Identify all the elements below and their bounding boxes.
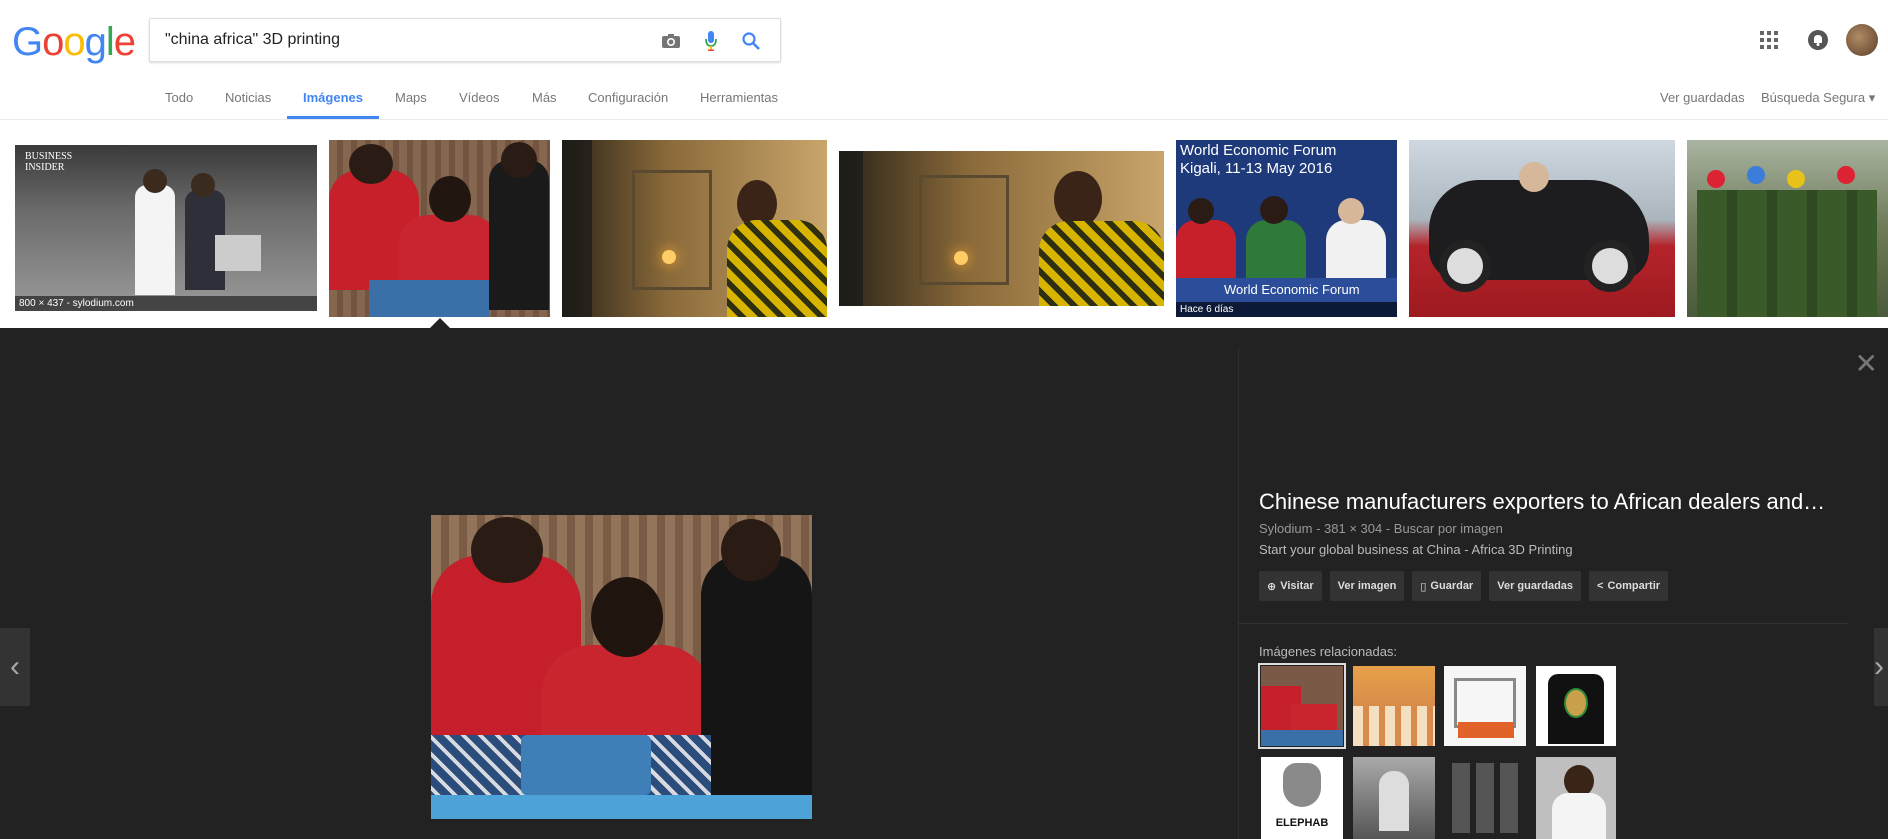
thumb-caption: 800 × 437 - sylodium.com — [15, 296, 317, 311]
image-info: Chinese manufacturers exporters to Afric… — [1259, 489, 1849, 601]
result-thumb[interactable] — [839, 151, 1164, 306]
related-image-thumb[interactable] — [1536, 757, 1616, 839]
search-input[interactable] — [165, 31, 645, 49]
related-image-thumb[interactable] — [1353, 757, 1435, 839]
camera-icon[interactable] — [658, 28, 684, 54]
notifications-icon[interactable] — [1808, 30, 1828, 50]
related-image-thumb[interactable] — [1258, 663, 1346, 749]
elephab-logo-text: ELEPHAB — [1275, 817, 1329, 829]
result-thumb[interactable] — [562, 140, 827, 317]
bookmark-icon: ▯ — [1420, 580, 1427, 593]
header: Google Todo Noticias Imágenes Maps — [0, 0, 1888, 120]
view-image-button-label: Ver imagen — [1337, 580, 1397, 592]
related-image-thumb[interactable] — [1353, 666, 1435, 746]
tab-mas[interactable]: Más — [532, 90, 557, 105]
main-preview-image[interactable] — [431, 515, 812, 819]
view-image-button[interactable]: Ver imagen — [1329, 571, 1405, 601]
image-meta: Sylodium - 381 × 304 - Buscar por imagen — [1259, 521, 1503, 536]
result-thumb[interactable]: BUSINESS INSIDER 800 × 437 - sylodium.co… — [15, 145, 317, 311]
view-saved-button[interactable]: Ver guardadas — [1489, 571, 1582, 601]
logo-letter: o — [63, 20, 85, 64]
related-images-label: Imágenes relacionadas: — [1259, 644, 1398, 659]
avatar[interactable] — [1846, 24, 1878, 56]
result-thumb[interactable]: World Economic Forum Kigali, 11-13 May 2… — [1176, 140, 1397, 317]
close-icon[interactable]: ✕ — [1855, 350, 1878, 378]
google-logo[interactable]: Google — [12, 20, 136, 65]
share-button[interactable]: < Compartir — [1589, 571, 1669, 601]
logo-letter: G — [12, 20, 43, 64]
thumb-logo-text: BUSINESS INSIDER — [25, 151, 73, 173]
thumb-caption: Hace 6 días — [1176, 302, 1397, 317]
result-thumb[interactable] — [1409, 140, 1675, 317]
panel-divider — [1238, 348, 1239, 839]
search-box — [149, 18, 781, 62]
image-viewer-panel: ‹ ✕ Chinese manufacturers exporters to A… — [0, 328, 1888, 839]
globe-icon: ⊕ — [1267, 580, 1277, 593]
image-title[interactable]: Chinese manufacturers exporters to Afric… — [1259, 489, 1839, 515]
tab-noticias[interactable]: Noticias — [225, 90, 271, 105]
image-description: Start your global business at China - Af… — [1259, 542, 1573, 557]
related-image-thumb[interactable] — [1444, 757, 1526, 839]
logo-letter: o — [42, 20, 64, 64]
thumb-banner-text: World Economic Forum Kigali, 11-13 May 2… — [1180, 142, 1337, 177]
save-button-label: Guardar — [1430, 580, 1474, 592]
action-buttons: ⊕ Visitar Ver imagen ▯ Guardar Ver guard… — [1259, 571, 1849, 601]
selected-thumb-pointer — [430, 318, 450, 328]
related-image-thumb[interactable] — [1444, 666, 1526, 746]
share-icon: < — [1597, 580, 1604, 592]
tab-imagenes[interactable]: Imágenes — [303, 90, 363, 105]
related-image-thumb[interactable] — [1536, 666, 1616, 746]
thumb-bottom-text: World Economic Forum — [1176, 278, 1397, 302]
visit-button[interactable]: ⊕ Visitar — [1259, 571, 1322, 601]
account-area — [1728, 22, 1888, 58]
logo-letter: g — [84, 20, 107, 64]
related-image-thumb[interactable]: ELEPHAB — [1261, 757, 1343, 839]
microphone-icon[interactable] — [698, 28, 724, 54]
tab-videos[interactable]: Vídeos — [459, 90, 499, 105]
previous-arrow-icon[interactable]: ‹ — [0, 628, 30, 706]
search-icon[interactable] — [738, 28, 764, 54]
result-thumb[interactable] — [1687, 140, 1888, 317]
safe-search-dropdown[interactable]: Búsqueda Segura ▾ — [1761, 90, 1875, 106]
next-arrow-icon[interactable]: › — [1874, 628, 1888, 706]
view-saved-button-label: Ver guardadas — [1497, 580, 1574, 592]
save-button[interactable]: ▯ Guardar — [1412, 571, 1482, 601]
logo-letter: e — [113, 20, 136, 64]
logo-letter: l — [105, 20, 115, 64]
tab-todo[interactable]: Todo — [165, 90, 193, 105]
tab-herramientas[interactable]: Herramientas — [700, 90, 778, 105]
image-results-strip: BUSINESS INSIDER 800 × 437 - sylodium.co… — [0, 120, 1888, 328]
share-button-label: Compartir — [1607, 580, 1661, 592]
tab-configuracion[interactable]: Configuración — [588, 90, 668, 105]
saved-link[interactable]: Ver guardadas — [1660, 90, 1745, 105]
result-thumb-selected[interactable] — [329, 140, 550, 317]
tab-maps[interactable]: Maps — [395, 90, 427, 105]
apps-grid-icon[interactable] — [1760, 31, 1778, 49]
search-tabs: Todo Noticias Imágenes Maps Vídeos Más C… — [0, 82, 1888, 120]
active-tab-indicator — [287, 116, 379, 119]
visit-button-label: Visitar — [1280, 580, 1314, 592]
section-divider — [1238, 623, 1848, 624]
